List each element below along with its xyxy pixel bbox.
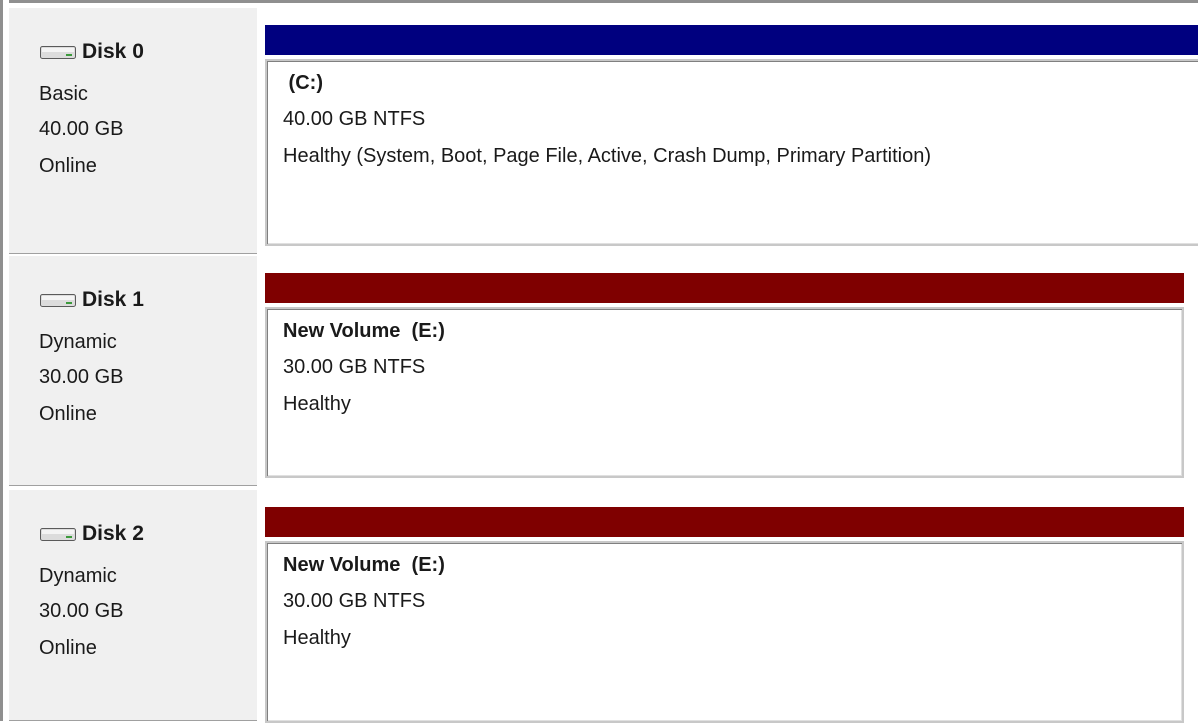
disk-size: 30.00 GB <box>39 366 124 388</box>
volume-e[interactable]: New Volume (E:) 30.00 GB NTFS Healthy <box>265 273 1184 478</box>
volume-size-fs: 30.00 GB NTFS <box>283 356 426 378</box>
disk-status: Online <box>39 637 97 659</box>
disk-status: Online <box>39 403 97 425</box>
disk-row-1: Disk 1 Dynamic 30.00 GB Online New Volum… <box>9 255 1198 486</box>
partition-type-bar <box>265 25 1198 55</box>
partition-health: Healthy (System, Boot, Page File, Active… <box>283 145 931 167</box>
volume-health: Healthy <box>283 393 351 415</box>
hard-disk-icon <box>40 294 76 307</box>
disk-info-panel[interactable]: Disk 1 Dynamic 30.00 GB Online <box>9 255 257 486</box>
disk-name-label: Disk 0 <box>82 40 144 63</box>
volume-e[interactable]: New Volume (E:) 30.00 GB NTFS Healthy <box>265 507 1184 723</box>
window-top-border <box>0 0 1198 3</box>
disk-row-0: Disk 0 Basic 40.00 GB Online (C:) 40.00 … <box>9 7 1198 254</box>
disk-info-panel[interactable]: Disk 2 Dynamic 30.00 GB Online <box>9 489 257 721</box>
disk-name-label: Disk 1 <box>82 288 144 311</box>
disk-type: Basic <box>39 83 88 105</box>
disk-size: 30.00 GB <box>39 600 124 622</box>
disk-size: 40.00 GB <box>39 118 124 140</box>
disk-info-panel[interactable]: Disk 0 Basic 40.00 GB Online <box>9 7 257 254</box>
volume-type-bar <box>265 273 1184 303</box>
disk-type: Dynamic <box>39 565 117 587</box>
partition-title: (C:) <box>283 72 323 94</box>
partition-size-fs: 40.00 GB NTFS <box>283 108 426 130</box>
disk-type: Dynamic <box>39 331 117 353</box>
volume-title: New Volume (E:) <box>283 554 445 576</box>
volume-body[interactable]: New Volume (E:) 30.00 GB NTFS Healthy <box>265 307 1184 478</box>
volume-body[interactable]: New Volume (E:) 30.00 GB NTFS Healthy <box>265 541 1184 723</box>
partition-c[interactable]: (C:) 40.00 GB NTFS Healthy (System, Boot… <box>265 25 1198 246</box>
volume-title: New Volume (E:) <box>283 320 445 342</box>
volume-health: Healthy <box>283 627 351 649</box>
disk-status: Online <box>39 155 97 177</box>
volume-size-fs: 30.00 GB NTFS <box>283 590 426 612</box>
volume-type-bar <box>265 507 1184 537</box>
hard-disk-icon <box>40 46 76 59</box>
hard-disk-icon <box>40 528 76 541</box>
disk-name-label: Disk 2 <box>82 522 144 545</box>
partition-body[interactable]: (C:) 40.00 GB NTFS Healthy (System, Boot… <box>265 59 1198 246</box>
disk-row-2: Disk 2 Dynamic 30.00 GB Online New Volum… <box>9 489 1198 723</box>
